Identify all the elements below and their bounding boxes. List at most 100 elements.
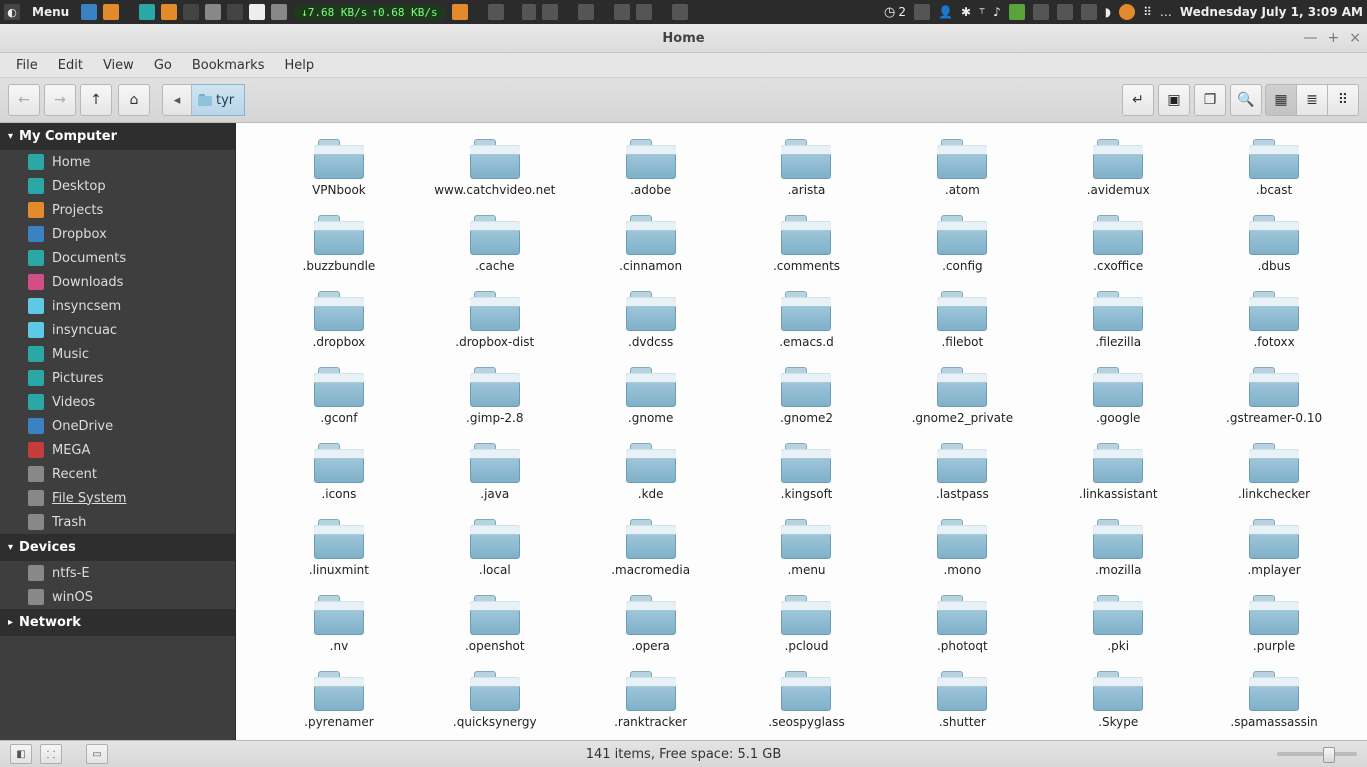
sidebar-item[interactable]: Music xyxy=(0,342,235,366)
folder-item[interactable]: .dropbox-dist xyxy=(422,291,568,349)
sidebar-item[interactable]: OneDrive xyxy=(0,414,235,438)
user-icon[interactable]: 👤 xyxy=(938,5,953,19)
folder-item[interactable]: .cinnamon xyxy=(578,215,724,273)
new-tab-button[interactable]: ↵ xyxy=(1122,84,1154,116)
folder-item[interactable]: .google xyxy=(1045,367,1191,425)
workspace-indicator[interactable]: ◷2 xyxy=(884,5,906,20)
folder-item[interactable]: .gnome2 xyxy=(734,367,880,425)
folder-item[interactable]: .pcloud xyxy=(734,595,880,653)
folder-item[interactable]: .gconf xyxy=(266,367,412,425)
sidebar-item[interactable]: Downloads xyxy=(0,270,235,294)
sidebar-header-devices[interactable]: ▾ Devices xyxy=(0,534,235,561)
folder-item[interactable]: .lastpass xyxy=(889,443,1035,501)
tray-app-5-icon[interactable] xyxy=(614,4,630,20)
folder-item[interactable]: .nv xyxy=(266,595,412,653)
folder-item[interactable]: .linuxmint xyxy=(266,519,412,577)
sidebar-item[interactable]: Documents xyxy=(0,246,235,270)
folder-item[interactable]: .spamassassin xyxy=(1201,671,1347,729)
folder-item[interactable]: .java xyxy=(422,443,568,501)
folder-item[interactable]: .emacs.d xyxy=(734,291,880,349)
folder-item[interactable]: .avidemux xyxy=(1045,139,1191,197)
tree-toggle-button[interactable]: ⸬ xyxy=(40,744,62,764)
terminal-button[interactable]: ▣ xyxy=(1158,84,1190,116)
folder-item[interactable]: .icons xyxy=(266,443,412,501)
sidebar-item[interactable]: Recent xyxy=(0,462,235,486)
folder-item[interactable]: .opera xyxy=(578,595,724,653)
folder-item[interactable]: .cache xyxy=(422,215,568,273)
folder-item[interactable]: .kingsoft xyxy=(734,443,880,501)
folder-item[interactable]: .quicksynergy xyxy=(422,671,568,729)
network-speed-indicator[interactable]: ↓7.68 KB/s ↑0.68 KB/s xyxy=(293,5,445,20)
menu-bookmarks[interactable]: Bookmarks xyxy=(184,56,273,75)
launcher-4-icon[interactable] xyxy=(205,4,221,20)
sidebar-item[interactable]: Videos xyxy=(0,390,235,414)
tray-app-6-icon[interactable] xyxy=(636,4,652,20)
sidebar-item[interactable]: insyncuac xyxy=(0,318,235,342)
sidebar-item[interactable]: MEGA xyxy=(0,438,235,462)
folder-item[interactable]: .mplayer xyxy=(1201,519,1347,577)
folder-item[interactable]: .purple xyxy=(1201,595,1347,653)
folder-item[interactable]: .bcast xyxy=(1201,139,1347,197)
folder-item[interactable]: .gnome xyxy=(578,367,724,425)
editor-launcher-icon[interactable] xyxy=(249,4,265,20)
menu-view[interactable]: View xyxy=(95,56,142,75)
sidebar-header-my-computer[interactable]: ▾ My Computer xyxy=(0,123,235,150)
view-list-button[interactable]: ≣ xyxy=(1296,84,1328,116)
menu-edit[interactable]: Edit xyxy=(50,56,91,75)
nav-forward-button[interactable]: → xyxy=(44,84,76,116)
launcher-8-icon[interactable] xyxy=(452,4,468,20)
path-segment-tyr[interactable]: tyr xyxy=(192,84,245,116)
folder-item[interactable]: .atom xyxy=(889,139,1035,197)
path-back-button[interactable]: ◂ xyxy=(162,84,192,116)
folder-item[interactable]: .menu xyxy=(734,519,880,577)
view-icons-button[interactable]: ▦ xyxy=(1265,84,1297,116)
folder-item[interactable]: .dropbox xyxy=(266,291,412,349)
folder-item[interactable]: .seospyglass xyxy=(734,671,880,729)
system-icon[interactable]: ◐ xyxy=(4,4,20,20)
files-launcher-icon[interactable] xyxy=(81,4,97,20)
folder-item[interactable]: .local xyxy=(422,519,568,577)
folder-item[interactable]: .kde xyxy=(578,443,724,501)
tray-app-2-icon[interactable] xyxy=(522,4,536,20)
folder-item[interactable]: .cxoffice xyxy=(1045,215,1191,273)
clock[interactable]: Wednesday July 1, 3:09 AM xyxy=(1180,5,1363,19)
folder-item[interactable]: .ranktracker xyxy=(578,671,724,729)
show-hidden-button[interactable]: ▭ xyxy=(86,744,108,764)
folder-item[interactable]: .openshot xyxy=(422,595,568,653)
tray-indicator-5-icon[interactable] xyxy=(1119,4,1135,20)
sidebar-item[interactable]: winOS xyxy=(0,585,235,609)
folder-item[interactable]: .photoqt xyxy=(889,595,1035,653)
folder-item[interactable]: .filebot xyxy=(889,291,1035,349)
folder-item[interactable]: .gnome2_private xyxy=(889,367,1035,425)
wifi-icon[interactable]: ⸆ xyxy=(979,4,985,21)
folder-item[interactable]: .config xyxy=(889,215,1035,273)
menu-go[interactable]: Go xyxy=(146,56,180,75)
menu-button[interactable]: Menu xyxy=(26,5,75,19)
folder-item[interactable]: .arista xyxy=(734,139,880,197)
search-button[interactable]: 🔍 xyxy=(1230,84,1262,116)
apps-grid-icon[interactable]: ⠿ xyxy=(1143,5,1152,19)
folder-item[interactable]: .linkassistant xyxy=(1045,443,1191,501)
tray-indicator-1-icon[interactable] xyxy=(914,4,930,20)
launcher-7-icon[interactable] xyxy=(271,4,287,20)
folder-item[interactable]: .gimp-2.8 xyxy=(422,367,568,425)
zoom-slider[interactable] xyxy=(1277,752,1357,756)
tray-app-4-icon[interactable] xyxy=(578,4,594,20)
battery-icon[interactable]: ◗ xyxy=(1105,5,1111,19)
terminal-launcher-icon[interactable] xyxy=(227,4,243,20)
folder-item[interactable]: .dvdcss xyxy=(578,291,724,349)
tray-app-3-icon[interactable] xyxy=(542,4,558,20)
tray-indicator-4-icon[interactable] xyxy=(1081,4,1097,20)
sidebar-item[interactable]: File System xyxy=(0,486,235,510)
folder-item[interactable]: .mono xyxy=(889,519,1035,577)
xampp-launcher-icon[interactable] xyxy=(103,4,119,20)
zoom-thumb[interactable] xyxy=(1323,747,1335,763)
sidebar-item[interactable]: Desktop xyxy=(0,174,235,198)
sidebar-item[interactable]: Trash xyxy=(0,510,235,534)
bluetooth-icon[interactable]: ✱ xyxy=(961,5,971,19)
tray-indicator-2-icon[interactable] xyxy=(1033,4,1049,20)
folder-item[interactable]: .macromedia xyxy=(578,519,724,577)
sidebar-item[interactable]: ntfs-E xyxy=(0,561,235,585)
sidebar-item[interactable]: Dropbox xyxy=(0,222,235,246)
tray-indicator-3-icon[interactable] xyxy=(1057,4,1073,20)
